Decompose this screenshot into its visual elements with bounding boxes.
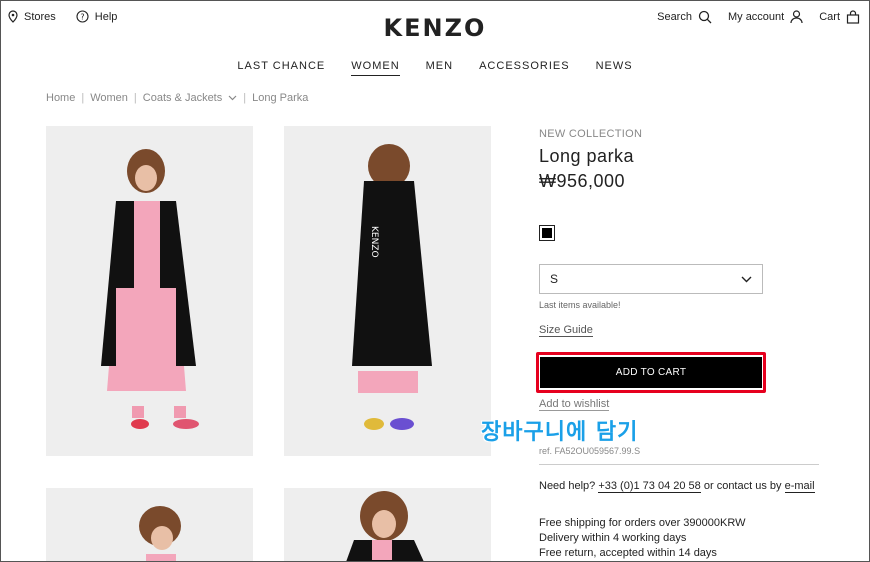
nav-women[interactable]: WOMEN (351, 60, 400, 76)
breadcrumb-current: Long Parka (252, 92, 309, 104)
product-image-detail[interactable] (284, 488, 491, 562)
breadcrumb: Home | Women | Coats & Jackets | Long Pa… (46, 92, 308, 104)
product-image-side[interactable] (46, 488, 253, 562)
breadcrumb-coats[interactable]: Coats & Jackets (143, 92, 222, 104)
product-image-back[interactable]: KENZO (284, 126, 491, 456)
main-nav: LAST CHANCE WOMEN MEN ACCESSORIES NEWS (0, 60, 870, 76)
product-name: Long parka (539, 146, 635, 166)
help-block: Need help? +33 (0)1 73 04 20 58 or conta… (539, 478, 819, 494)
kenzo-logo[interactable]: KENZO (0, 14, 870, 42)
size-select[interactable]: S (539, 264, 763, 294)
help-prefix: Need help? (539, 480, 596, 492)
shipping-line: Free return, accepted within 14 days (539, 547, 717, 559)
collection-label: NEW COLLECTION (539, 128, 643, 140)
shipping-line: Free shipping for orders over 390000KRW (539, 517, 746, 529)
product-price: ₩956,000 (539, 171, 626, 191)
help-middle: or contact us by (703, 480, 782, 492)
help-phone-link[interactable]: +33 (0)1 73 04 20 58 (598, 480, 701, 493)
annotation-label: 장바구니에 담기 (481, 420, 639, 445)
product-info: NEW COLLECTION Long parka ₩956,000 (539, 128, 819, 192)
breadcrumb-separator: | (243, 92, 247, 104)
nav-last-chance[interactable]: LAST CHANCE (237, 60, 325, 76)
chevron-down-icon[interactable] (228, 95, 237, 101)
nav-men[interactable]: MEN (426, 60, 453, 76)
nav-news[interactable]: NEWS (596, 60, 633, 76)
breadcrumb-women[interactable]: Women (90, 92, 128, 104)
add-to-wishlist-link[interactable]: Add to wishlist (539, 398, 610, 411)
breadcrumb-separator: | (81, 92, 85, 104)
divider (539, 464, 819, 465)
shipping-info: Free shipping for orders over 390000KRW … (539, 516, 745, 561)
chevron-down-icon (741, 276, 752, 282)
breadcrumb-home[interactable]: Home (46, 92, 75, 104)
breadcrumb-separator: | (133, 92, 137, 104)
product-image-front[interactable] (46, 126, 253, 456)
stock-note: Last items available! (539, 300, 621, 310)
size-guide-link[interactable]: Size Guide (539, 324, 593, 337)
svg-text:KENZO: KENZO (369, 226, 379, 258)
size-selected-value: S (550, 272, 559, 286)
add-to-cart-button[interactable]: ADD TO CART (540, 357, 762, 388)
swatch-fill (542, 228, 552, 238)
shipping-line: Delivery within 4 working days (539, 532, 687, 544)
nav-accessories[interactable]: ACCESSORIES (479, 60, 569, 76)
color-swatch-black[interactable] (539, 225, 555, 241)
help-email-link[interactable]: e-mail (784, 480, 815, 493)
product-reference: ref. FA52OU059567.99.S (539, 446, 641, 456)
